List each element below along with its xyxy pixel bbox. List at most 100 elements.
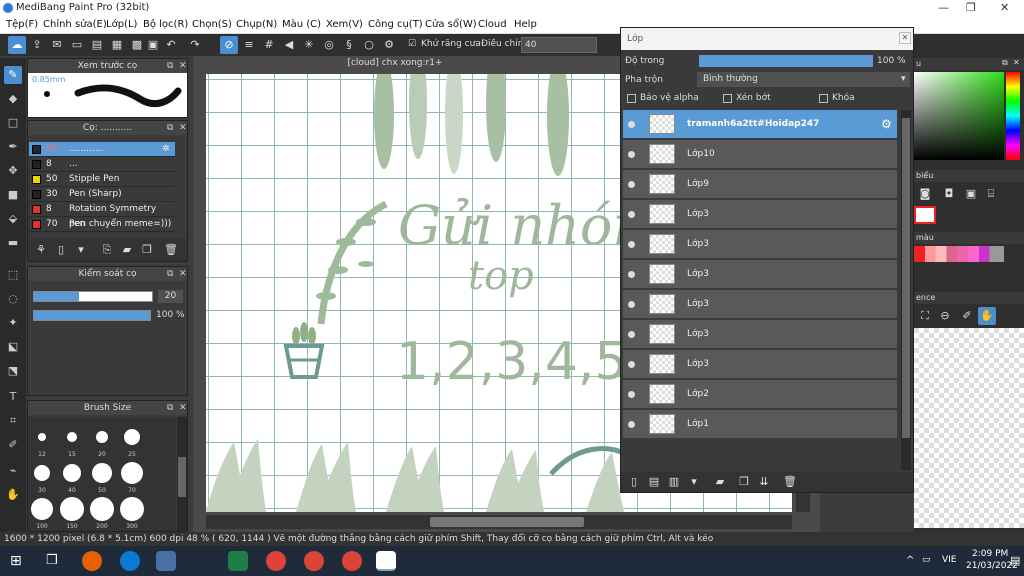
visibility-eye-icon[interactable] [628, 361, 635, 368]
brush-new-icon[interactable]: ▯ [52, 241, 70, 259]
brush-item[interactable]: 30 Pen (Sharp) [29, 187, 175, 202]
layer-row[interactable]: Lớp10 [623, 140, 897, 169]
brush-delete-icon[interactable]: 🗑 [162, 241, 180, 259]
radial-snap-icon[interactable]: ✳ [300, 36, 318, 54]
ring-snap-icon[interactable]: ○ [360, 36, 378, 54]
film-icon[interactable]: ▣ [144, 36, 162, 54]
brush-size-dot[interactable] [92, 463, 112, 483]
new-layer-icon[interactable]: ▯ [625, 473, 643, 491]
visibility-eye-icon[interactable] [628, 211, 635, 218]
protect-alpha-checkbox[interactable] [627, 94, 636, 103]
layer-row[interactable]: Lớp3 [623, 350, 897, 379]
popout-icon[interactable]: ⧉ [1002, 58, 1008, 68]
color-swatches[interactable] [914, 246, 1004, 262]
menu-file[interactable]: Tệp(F) [6, 19, 38, 30]
menu-select[interactable]: Chọn(S) [192, 19, 232, 30]
select-eraser-tool-icon[interactable]: ⬔ [4, 362, 22, 380]
gradient-tool-icon[interactable]: ▬ [4, 234, 22, 252]
chrome-icon[interactable] [266, 551, 286, 571]
color-picker-square[interactable] [914, 72, 1004, 160]
layer-row[interactable]: Lớp2 [623, 380, 897, 409]
brush-item[interactable]: 70 pen chuyển meme=))) [29, 217, 175, 232]
brush-size-scrollbar[interactable] [177, 417, 187, 531]
brush-size-dot[interactable] [90, 497, 114, 521]
brush-size-dot[interactable] [31, 498, 53, 520]
popout-icon[interactable]: ⧉ [167, 121, 173, 135]
brush-size-dot[interactable] [121, 462, 143, 484]
layer-list-scrollbar[interactable] [901, 110, 911, 470]
menu-cloud[interactable]: Cloud [478, 19, 507, 30]
brush-settings-icon[interactable]: ✲ [162, 142, 170, 157]
menu-filter[interactable]: Bộ lọc(R) [143, 19, 188, 30]
no-snap-icon[interactable]: ⊘ [220, 36, 238, 54]
medibang-taskbar-icon[interactable] [376, 551, 396, 571]
duplicate-layer-icon[interactable]: ❐ [735, 473, 753, 491]
layer-row[interactable]: Lớp3 [623, 200, 897, 229]
layer-row[interactable]: tramanh6a2tt#Hoidap247 ⚙ [623, 110, 897, 139]
maximize-icon[interactable]: ❐ [966, 1, 976, 14]
merge-layer-icon[interactable]: ⇊ [755, 473, 773, 491]
layer-row[interactable]: Lớp3 [623, 230, 897, 259]
brush-size-dot[interactable] [120, 497, 144, 521]
layer-row[interactable]: Lớp3 [623, 320, 897, 349]
delete-layer-icon[interactable]: 🗑 [781, 473, 799, 491]
layer-panel-close-icon[interactable]: ✕ [899, 32, 911, 44]
share-icon[interactable]: ⇪ [28, 36, 46, 54]
brush-add-icon[interactable]: ⚘ [32, 241, 50, 259]
pen-tool-icon[interactable]: ✒ [4, 138, 22, 156]
brush-copy-icon[interactable]: ⎘ [98, 241, 116, 259]
brush-size-dot[interactable] [96, 431, 108, 443]
brush-folder-icon[interactable]: ▰ [118, 241, 136, 259]
brush-item[interactable]: 20 ............ ✲ [29, 142, 175, 157]
clipping-checkbox[interactable] [723, 94, 732, 103]
popout-icon[interactable]: ⧉ [167, 401, 173, 415]
layer-row[interactable]: Lớp3 [623, 260, 897, 289]
menu-color[interactable]: Màu (C) [282, 19, 321, 30]
visibility-eye-icon[interactable] [628, 421, 635, 428]
brush-size-dot[interactable] [67, 432, 77, 442]
snap-settings-icon[interactable]: ⚙ [380, 36, 398, 54]
redo-icon[interactable]: ↷ [186, 36, 204, 54]
layer-opacity-slider[interactable] [699, 55, 873, 67]
pipette-tool-icon[interactable]: ⌁ [4, 462, 22, 480]
brush-duplicate-icon[interactable]: ❐ [138, 241, 156, 259]
network-icon[interactable]: ▭ [922, 555, 931, 565]
visibility-eye-icon[interactable] [628, 301, 635, 308]
panel-close-icon[interactable]: ✕ [179, 59, 187, 73]
vanish-snap-icon[interactable]: ◀ [280, 36, 298, 54]
panel-close-icon[interactable]: ✕ [1013, 58, 1020, 67]
brush-item[interactable]: 50 Stipple Pen [29, 172, 175, 187]
comment-icon[interactable]: ✉ [48, 36, 66, 54]
visibility-eye-icon[interactable] [628, 271, 635, 278]
palette-selected-swatch[interactable] [914, 206, 936, 224]
popout-icon[interactable]: ⧉ [167, 59, 173, 73]
brush-opacity-slider[interactable] [33, 310, 151, 321]
visibility-eye-icon[interactable] [628, 151, 635, 158]
firefox-icon[interactable] [82, 551, 102, 571]
new-8bit-layer-icon[interactable]: ▥ [665, 473, 683, 491]
excel-icon[interactable] [228, 551, 248, 571]
language-indicator[interactable]: VIE [942, 555, 957, 565]
lasso-tool-icon[interactable]: ◌ [4, 290, 22, 308]
zoom-out-icon[interactable]: ⊖ [936, 307, 954, 325]
brush-size-dot[interactable] [38, 433, 46, 441]
document-tab[interactable]: [cloud] chx xong:r1+ [200, 58, 590, 72]
antialias-checkbox[interactable]: ☑ [408, 39, 416, 49]
palette-tool-icon[interactable]: ▣ [962, 185, 980, 203]
divide-tool-icon[interactable]: ⌗ [4, 412, 22, 430]
eyedropper-icon[interactable]: ✐ [958, 307, 976, 325]
move-tool-icon[interactable]: ✥ [4, 162, 22, 180]
menu-view[interactable]: Xem(V) [326, 19, 363, 30]
notification-icon[interactable]: ▤ [1010, 554, 1020, 567]
parallel-snap-icon[interactable]: ≡ [240, 36, 258, 54]
rectangle-tool-icon[interactable]: □ [4, 114, 22, 132]
close-icon[interactable]: ✕ [1000, 1, 1009, 14]
edge-icon[interactable] [120, 551, 140, 571]
menu-tools[interactable]: Công cụ(T) [368, 19, 423, 30]
cloud-icon[interactable]: ☁ [8, 36, 26, 54]
visibility-eye-icon[interactable] [628, 391, 635, 398]
chrome-profile-icon[interactable] [304, 551, 324, 571]
layer-row[interactable]: Lớp1 [623, 410, 897, 439]
brush-tool-icon[interactable]: ✎ [4, 66, 22, 84]
layer-settings-icon[interactable]: ⚙ [881, 117, 892, 131]
